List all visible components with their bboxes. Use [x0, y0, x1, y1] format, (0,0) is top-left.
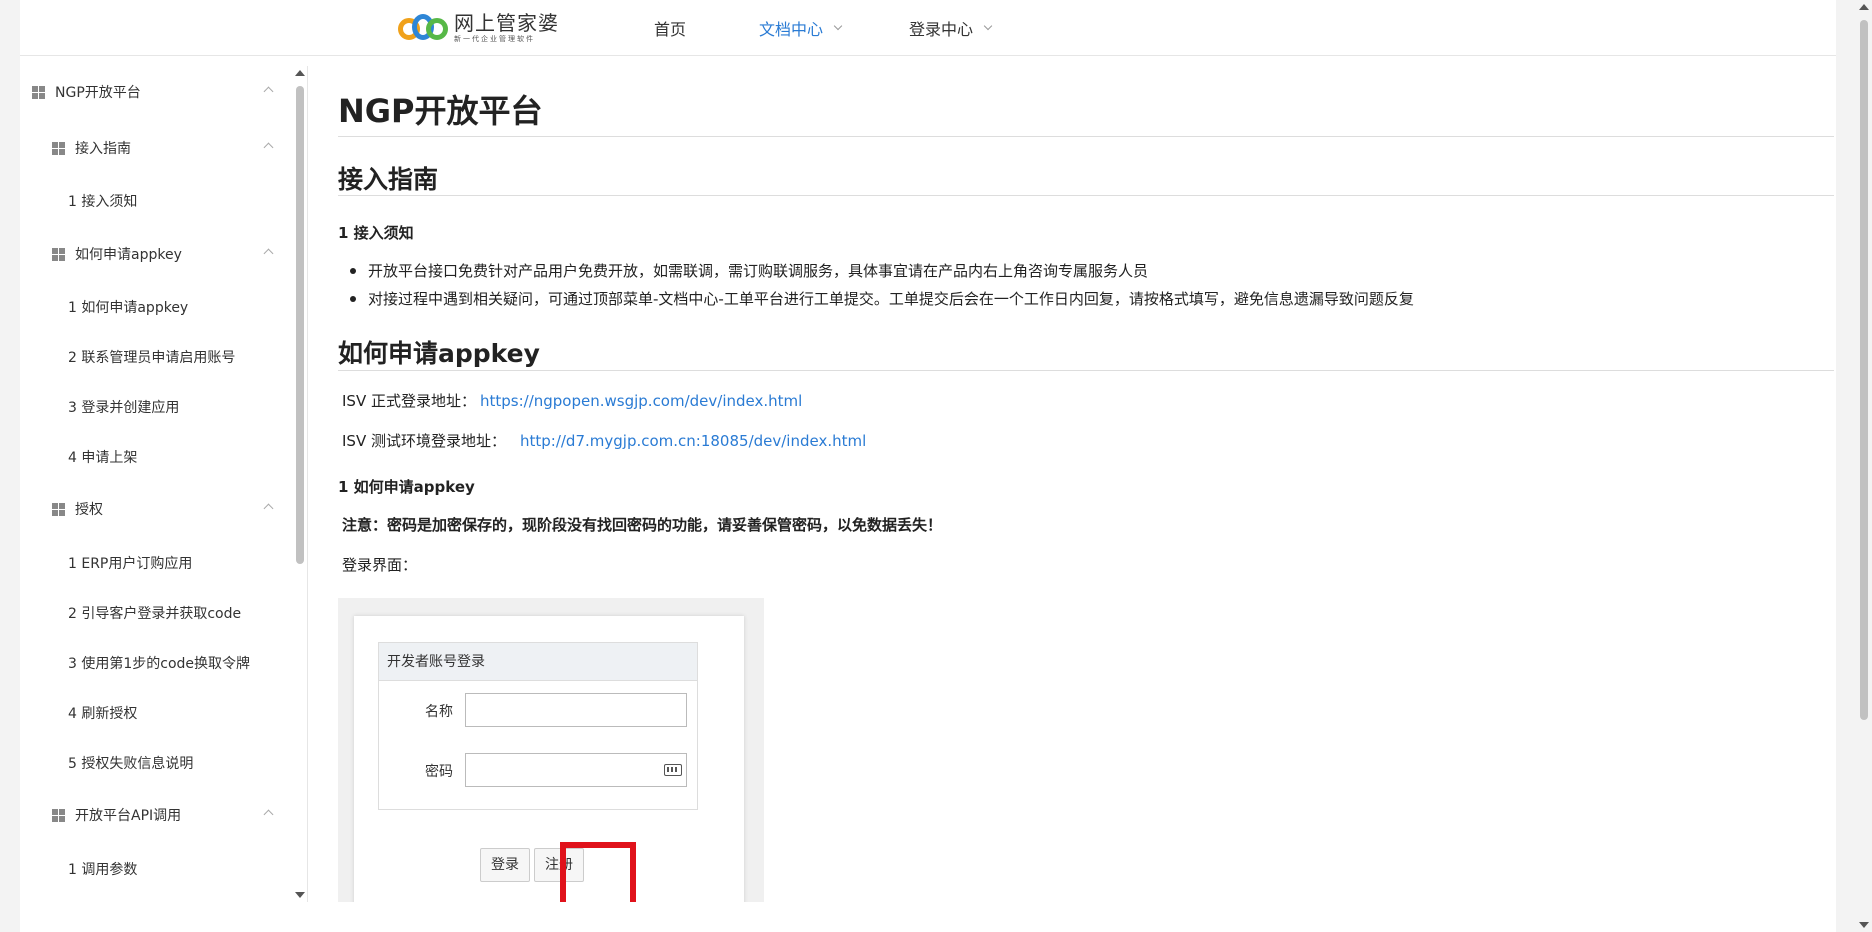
isv-test-link[interactable]: http://d7.mygjp.com.cn:18085/dev/index.h…	[520, 432, 866, 450]
divider	[338, 136, 1834, 137]
nav-login-label: 登录中心	[909, 20, 974, 39]
scroll-up-arrow-icon[interactable]	[1859, 4, 1869, 10]
grid-icon	[52, 808, 65, 822]
name-input	[465, 693, 687, 727]
login-label: 登录界面：	[342, 556, 418, 574]
grid-icon	[52, 502, 65, 516]
chevron-up-icon[interactable]	[263, 503, 274, 514]
highlight-box	[560, 842, 636, 902]
sidebar-item-label: 1 如何申请appkey	[68, 300, 189, 316]
sidebar-item-call-params[interactable]: 1 调用参数	[68, 857, 307, 881]
sidebar-item-access-notice[interactable]: 1 接入须知	[68, 189, 307, 213]
sidebar-item-label: 4 刷新授权	[68, 706, 138, 722]
subheading-access-notice: 1 接入须知	[338, 224, 414, 242]
sidebar-item-apply-listing[interactable]: 4 申请上架	[68, 445, 307, 469]
sidebar-item-auth-failure[interactable]: 5 授权失败信息说明	[68, 751, 307, 775]
chevron-down-icon	[833, 21, 843, 31]
grid-icon	[52, 247, 65, 261]
logo-title: 网上管家婆	[454, 11, 559, 35]
list-item: 对接过程中遇到相关疑问，可通过顶部菜单-文档中心-工单平台进行工单提交。工单提交…	[350, 288, 1414, 309]
login-button: 登录	[480, 848, 530, 882]
sidebar-item-authorization[interactable]: 授权	[52, 497, 292, 521]
isv-prod-link[interactable]: https://ngpopen.wsgjp.com/dev/index.html	[480, 392, 802, 410]
section-heading-access-guide: 接入指南	[338, 165, 439, 194]
sidebar-item-label: 授权	[75, 502, 103, 518]
sidebar-item-exchange-token[interactable]: 3 使用第1步的code换取令牌	[68, 651, 307, 675]
sidebar-item-label: 3 使用第1步的code换取令牌	[68, 656, 251, 672]
list-item-text: 对接过程中遇到相关疑问，可通过顶部菜单-文档中心-工单平台进行工单提交。工单提交…	[368, 290, 1414, 308]
bullet-dot-icon	[350, 295, 356, 302]
window-scroll-thumb[interactable]	[1860, 20, 1868, 720]
scroll-up-arrow-icon[interactable]	[295, 70, 305, 76]
divider	[338, 370, 1834, 371]
isv-prod-address: ISV 正式登录地址： https://ngpopen.wsgjp.com/dev…	[342, 390, 802, 411]
sidebar-item-label: 3 登录并创建应用	[68, 400, 180, 416]
chevron-up-icon[interactable]	[263, 809, 274, 820]
sidebar-item-label: 1 接入须知	[68, 194, 138, 210]
divider	[338, 195, 1834, 196]
scroll-down-arrow-icon[interactable]	[1859, 922, 1869, 928]
name-label: 名称	[425, 704, 453, 720]
window-scrollbar[interactable]	[1856, 0, 1872, 932]
chevron-up-icon[interactable]	[263, 142, 274, 153]
logo-mark-icon	[398, 10, 450, 46]
login-screenshot-image: 开发者账号登录 名称 密码 登录 注册	[338, 598, 764, 902]
sidebar-tree: NGP开放平台 接入指南 1 接入须知 如何申请appkey 1 如何申请app…	[20, 66, 308, 902]
sidebar-item-label: 2 引导客户登录并获取code	[68, 606, 242, 622]
nav-login[interactable]: 登录中心	[909, 16, 993, 40]
list-item: 开放平台接口免费针对产品用户免费开放，如需联调，需订购联调服务，具体事宜请在产品…	[350, 260, 1148, 281]
sidebar-item-apply-appkey-group[interactable]: 如何申请appkey	[52, 242, 292, 266]
grid-icon	[52, 141, 65, 155]
sidebar-item-label: 1 ERP用户订购应用	[68, 556, 193, 572]
sidebar-item-label: NGP开放平台	[55, 85, 141, 101]
sidebar-item-api-call[interactable]: 开放平台API调用	[52, 803, 292, 827]
nav-home-label: 首页	[654, 20, 687, 39]
sidebar-item-refresh-auth[interactable]: 4 刷新授权	[68, 701, 307, 725]
sidebar-scroll-thumb[interactable]	[296, 86, 304, 564]
sidebar-item-apply-appkey[interactable]: 1 如何申请appkey	[68, 295, 307, 319]
subheading-apply-appkey: 1 如何申请appkey	[338, 478, 475, 496]
login-card: 开发者账号登录 名称 密码 登录 注册	[354, 616, 744, 902]
nav-home[interactable]: 首页	[654, 16, 686, 40]
grid-icon	[32, 85, 45, 99]
sidebar-item-get-code[interactable]: 2 引导客户登录并获取code	[68, 601, 307, 625]
sidebar-item-contact-admin[interactable]: 2 联系管理员申请启用账号	[68, 345, 307, 369]
sidebar-item-label: 如何申请appkey	[75, 247, 182, 263]
top-header: 网上管家婆 新一代企业管理软件 首页 文档中心 登录中心	[20, 0, 1836, 56]
password-label: 密码	[425, 764, 453, 780]
sidebar-item-create-app[interactable]: 3 登录并创建应用	[68, 395, 307, 419]
chevron-down-icon	[983, 21, 993, 31]
sidebar-item-label: 5 授权失败信息说明	[68, 756, 194, 772]
sidebar-item-access-guide[interactable]: 接入指南	[52, 136, 292, 160]
sidebar-item-label: 接入指南	[75, 141, 131, 157]
sidebar-item-label: 开放平台API调用	[75, 808, 182, 824]
nav-docs-label: 文档中心	[759, 20, 824, 39]
doc-content: NGP开放平台 接入指南 1 接入须知 开放平台接口免费针对产品用户免费开放，如…	[338, 66, 1856, 902]
isv-prod-label: ISV 正式登录地址：	[342, 392, 476, 410]
sidebar-item-label: 1 调用参数	[68, 862, 138, 878]
sidebar-item-label: 4 申请上架	[68, 450, 138, 466]
login-panel: 开发者账号登录 名称 密码	[378, 642, 698, 810]
browser-page: 网上管家婆 新一代企业管理软件 首页 文档中心 登录中心 NGP开放平台 接入指…	[20, 0, 1869, 932]
nav-docs[interactable]: 文档中心	[759, 16, 843, 40]
keyboard-icon	[664, 764, 682, 776]
sidebar-item-erp-subscribe[interactable]: 1 ERP用户订购应用	[68, 551, 307, 575]
password-warning: 注意：密码是加密保存的，现阶段没有找回密码的功能，请妥善保管密码，以免数据丢失！	[342, 516, 943, 534]
isv-test-address: ISV 测试环境登录地址： http://d7.mygjp.com.cn:1808…	[342, 430, 866, 451]
sidebar-scrollbar[interactable]	[292, 66, 306, 902]
logo[interactable]: 网上管家婆 新一代企业管理软件	[398, 10, 559, 46]
section-heading-apply-appkey: 如何申请appkey	[338, 339, 540, 368]
list-item-text: 开放平台接口免费针对产品用户免费开放，如需联调，需订购联调服务，具体事宜请在产品…	[368, 262, 1149, 280]
bullet-dot-icon	[350, 267, 356, 274]
login-panel-title: 开发者账号登录	[379, 643, 697, 681]
sidebar-item-label: 2 联系管理员申请启用账号	[68, 350, 236, 366]
page-title: NGP开放平台	[338, 92, 543, 130]
isv-test-label: ISV 测试环境登录地址：	[342, 432, 506, 450]
sidebar-item-ngp-platform[interactable]: NGP开放平台	[32, 80, 292, 104]
chevron-up-icon[interactable]	[263, 248, 274, 259]
logo-subtitle: 新一代企业管理软件	[454, 35, 535, 43]
scroll-down-arrow-icon[interactable]	[295, 892, 305, 898]
password-input	[465, 753, 687, 787]
chevron-up-icon[interactable]	[263, 86, 274, 97]
